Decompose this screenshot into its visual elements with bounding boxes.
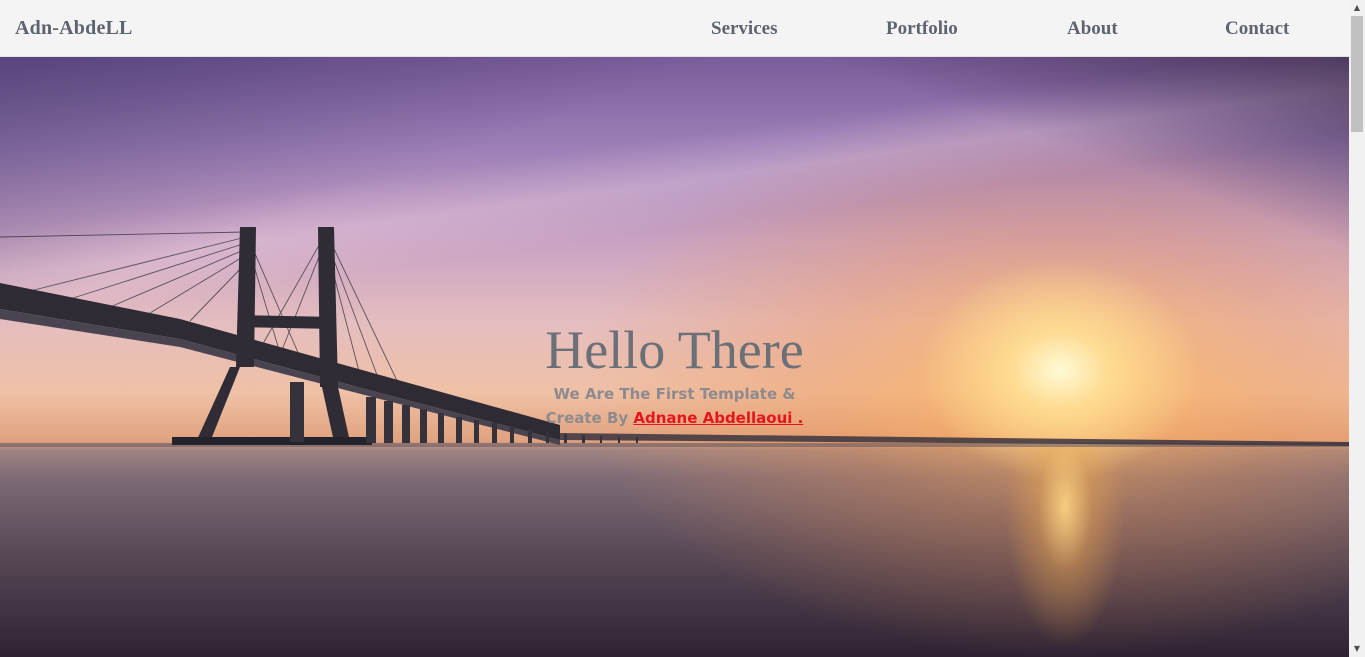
nav-services-link[interactable]: Services	[711, 18, 777, 40]
hero-title: Hello There	[545, 320, 804, 380]
hero-banner: Hello There We Are The First Template & …	[0, 57, 1349, 657]
brand-logo[interactable]: Adn-AbdeLL	[15, 17, 133, 40]
author-link[interactable]: Adnane Abdellaoui .	[633, 409, 803, 427]
hero-subtitle-line1: We Are The First Template &	[553, 385, 796, 403]
nav-about-link[interactable]: About	[1067, 18, 1118, 40]
triangle-up-icon[interactable]: ▲	[1349, 0, 1365, 16]
scroll-thumb[interactable]	[1351, 16, 1363, 132]
subtitle-prefix: Create By	[545, 409, 634, 427]
hero-subtitle-line2: Create By Adnane Abdellaoui .	[0, 409, 1349, 427]
nav-contact-link[interactable]: Contact	[1225, 18, 1289, 40]
nav-portfolio-link[interactable]: Portfolio	[886, 18, 958, 40]
triangle-down-icon[interactable]: ▼	[1349, 641, 1365, 657]
vertical-scrollbar[interactable]: ▲ ▼	[1349, 0, 1365, 657]
top-navbar: Adn-AbdeLL Services Portfolio About Cont…	[0, 0, 1349, 57]
